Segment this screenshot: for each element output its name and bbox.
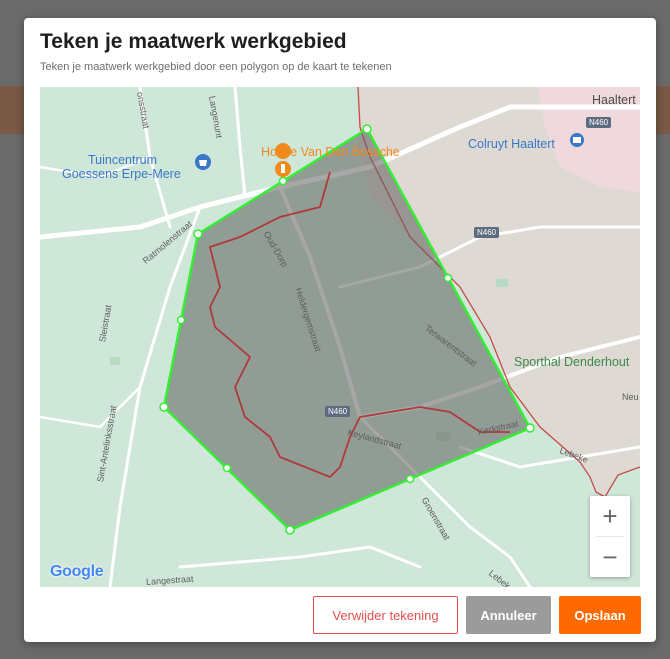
zoom-control: + − [590, 496, 630, 577]
poi-hoeve-label[interactable]: Hoeve Van Den Bossche [261, 145, 400, 159]
place-haaltert-label: Haaltert [592, 93, 636, 107]
modal-subtitle: Teken je maatwerk werkgebied door een po… [40, 61, 392, 73]
poi-tuincentrum-label[interactable]: Tuincentrum [88, 153, 157, 167]
zoom-out-button[interactable]: − [590, 537, 630, 577]
map-canvas[interactable]: Tuincentrum Goessens Erpe-Mere Hoeve Van… [40, 87, 640, 587]
street-label: Neu [622, 392, 639, 402]
poi-tuincentrum-label-line2[interactable]: Goessens Erpe-Mere [62, 167, 181, 181]
poi-colruyt-label[interactable]: Colruyt Haaltert [468, 137, 555, 151]
draw-area-modal: Teken je maatwerk werkgebied Teken je ma… [24, 18, 656, 642]
road-shield-n460: N460 [325, 406, 351, 417]
road-shield-n460: N460 [586, 117, 612, 128]
poi-sporthal-label[interactable]: Sporthal Denderhout [514, 355, 629, 369]
road-shield-n460: N460 [474, 227, 500, 238]
modal-title: Teken je maatwerk werkgebied [40, 30, 347, 53]
zoom-in-button[interactable]: + [590, 496, 630, 536]
delete-drawing-button[interactable]: Verwijder tekening [313, 596, 458, 634]
save-button[interactable]: Opslaan [559, 596, 641, 634]
cancel-button[interactable]: Annuleer [466, 596, 551, 634]
google-logo: Google [50, 563, 104, 581]
attribution-text: Google [50, 563, 104, 580]
